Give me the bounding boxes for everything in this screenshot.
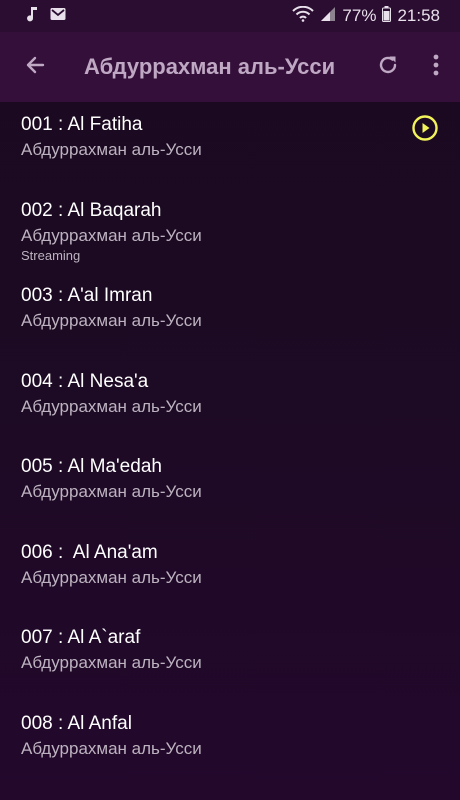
more-vert-icon <box>432 53 440 82</box>
track-title: 005 : Al Ma'edah <box>21 456 162 477</box>
play-button[interactable] <box>412 115 438 141</box>
wifi-icon <box>292 5 315 27</box>
track-item-003[interactable]: 003 : A'al Imran Абдуррахман аль-Усси <box>0 273 460 359</box>
track-title: 003 : A'al Imran <box>21 285 153 306</box>
track-artist: Абдуррахман аль-Усси <box>21 567 202 587</box>
more-options-button[interactable] <box>412 32 460 102</box>
mail-icon <box>50 7 66 26</box>
track-list: 001 : Al Fatiha Абдуррахман аль-Усси 002… <box>0 102 460 786</box>
battery-icon <box>382 5 392 27</box>
track-item-006[interactable]: 006 : Al Ana'am Абдуррахман аль-Усси <box>0 530 460 616</box>
status-notifications <box>26 6 66 27</box>
track-artist: Абдуррахман аль-Усси <box>21 396 202 416</box>
track-title: 008 : Al Anfal <box>21 712 132 734</box>
track-title: 006 : Al Ana'am <box>21 541 158 563</box>
track-item-002[interactable]: 002 : Al Baqarah Абдуррахман аль-Усси St… <box>0 188 460 274</box>
track-streaming-status: Streaming <box>21 247 81 263</box>
music-note-icon <box>26 6 38 27</box>
track-item-005[interactable]: 005 : Al Ma'edah Абдуррахман аль-Усси <box>0 444 460 530</box>
play-icon <box>412 115 438 145</box>
track-item-004[interactable]: 004 : Al Nesa'a Абдуррахман аль-Усси <box>0 359 460 445</box>
app-bar: Абдуррахман аль-Усси <box>0 32 460 102</box>
track-artist: Абдуррахман аль-Усси <box>21 140 202 159</box>
track-item-008[interactable]: 008 : Al Anfal Абдуррахман аль-Усси <box>0 701 460 787</box>
track-title: 001 : Al Fatiha <box>21 114 143 135</box>
track-title: 002 : Al Baqarah <box>21 199 162 221</box>
status-bar: 77% 21:58 <box>0 0 460 32</box>
clock-text: 21:58 <box>397 6 440 25</box>
back-arrow-icon <box>23 53 47 82</box>
track-item-001[interactable]: 001 : Al Fatiha Абдуррахман аль-Усси <box>0 102 460 188</box>
track-artist: Абдуррахман аль-Усси <box>21 225 202 245</box>
page-title: Абдуррахман аль-Усси <box>84 54 336 79</box>
battery-text: 77% <box>342 6 377 25</box>
track-artist: Абдуррахман аль-Усси <box>21 311 202 330</box>
refresh-button[interactable] <box>364 32 412 102</box>
track-title: 007 : Al A`araf <box>21 627 141 648</box>
track-title: 004 : Al Nesa'a <box>21 370 149 392</box>
signal-icon <box>320 6 336 27</box>
back-button[interactable] <box>0 32 70 102</box>
track-artist: Абдуррахман аль-Усси <box>21 738 202 758</box>
refresh-icon <box>376 53 400 82</box>
status-system: 77% 21:58 <box>292 5 440 27</box>
track-artist: Абдуррахман аль-Усси <box>21 482 202 501</box>
track-item-007[interactable]: 007 : Al A`araf Абдуррахман аль-Усси <box>0 615 460 701</box>
track-artist: Абдуррахман аль-Усси <box>21 653 202 672</box>
